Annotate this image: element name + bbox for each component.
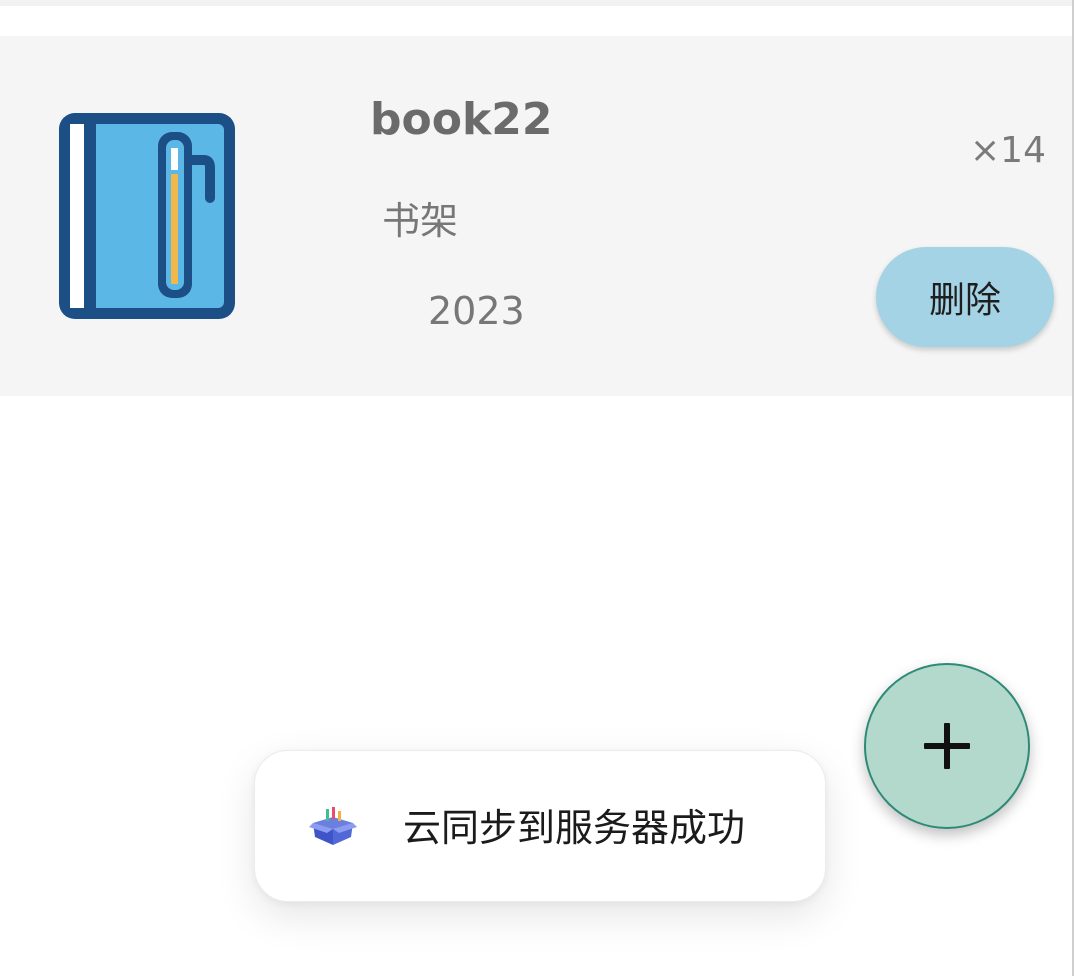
cloud-sync-box-icon: [309, 807, 357, 845]
book-category: 书架: [382, 199, 459, 243]
screen: book22 书架 2023 ×14 删除 云同步到服务器成功: [0, 0, 1074, 976]
delete-button[interactable]: 删除: [876, 247, 1054, 347]
notebook-icon: [59, 113, 235, 319]
toast-notification: 云同步到服务器成功: [254, 750, 826, 902]
book-year: 2023: [428, 289, 525, 333]
book-count: ×14: [970, 130, 1046, 171]
add-book-button[interactable]: [864, 663, 1030, 829]
top-divider: [0, 0, 1074, 6]
toast-message: 云同步到服务器成功: [403, 806, 746, 850]
book-title: book22: [370, 94, 553, 145]
plus-icon-vertical: [944, 723, 950, 769]
